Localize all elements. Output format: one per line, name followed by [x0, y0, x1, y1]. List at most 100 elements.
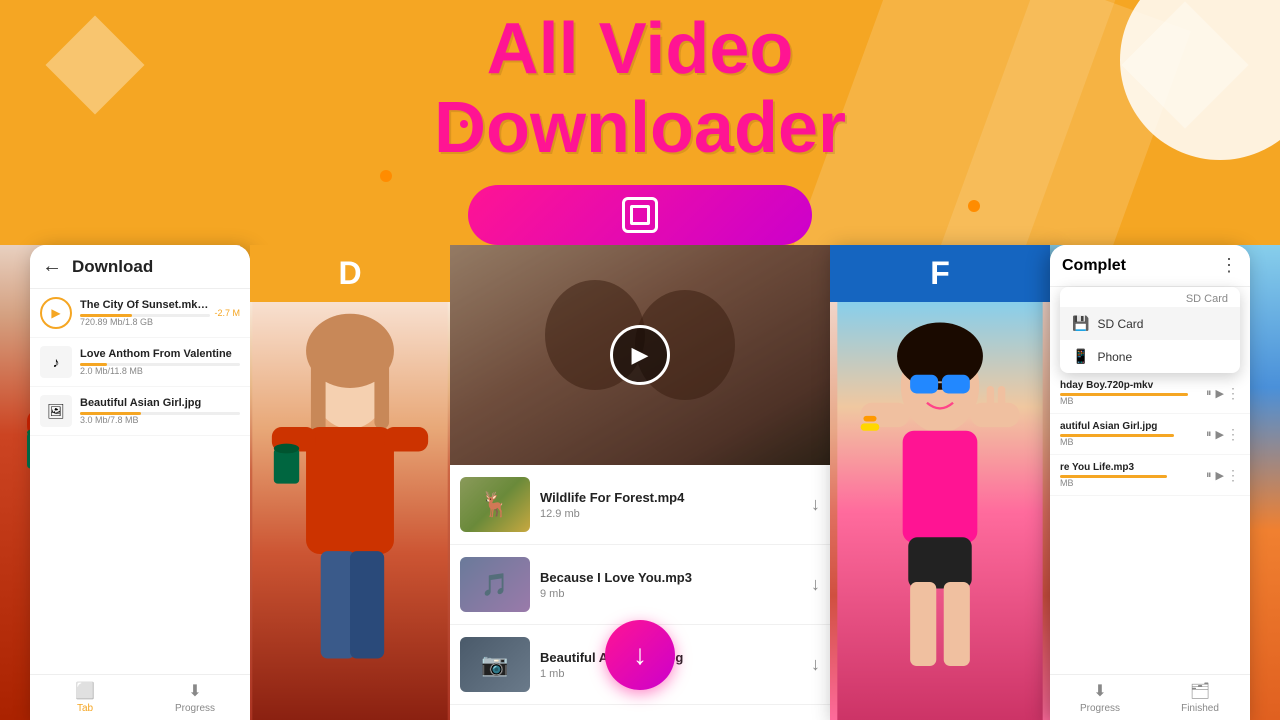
download-title: Download	[72, 257, 153, 277]
finished-label: Finished	[1181, 703, 1219, 714]
girl-photo-d	[250, 302, 450, 720]
screens-container: ← Download ▶ The City Of Sunset.mkv-1080…	[0, 245, 1280, 720]
dl-arrow-0[interactable]: ↓	[811, 494, 820, 515]
video-area: ▶	[450, 245, 830, 465]
completed-size-0: MB	[1060, 396, 1202, 406]
tab-icon: ⬜	[75, 681, 95, 701]
progress-label-right: Progress	[1080, 703, 1120, 714]
item-name-0: The City Of Sunset.mkv-1080p	[80, 299, 210, 311]
screen-f-panel: F	[830, 245, 1050, 720]
next-icon-0[interactable]: ▶	[1216, 387, 1224, 400]
music-thumbnail: 🎵	[460, 557, 530, 612]
camera-icon: 📷	[481, 652, 508, 678]
f-letter: F	[930, 255, 950, 292]
screen-d-panel: D	[250, 245, 450, 720]
item-info-1: Love Anthom From Valentine 2.0 Mb/11.8 M…	[80, 348, 240, 376]
item-name-2: Beautiful Asian Girl.jpg	[80, 397, 240, 409]
sdcard-icon: 💾	[1072, 315, 1089, 332]
app-title: All Video Downloader	[0, 10, 1280, 168]
menu-dots-icon[interactable]: ⋮	[1220, 255, 1238, 276]
item-size-0: 720.89 Mb/1.8 GB	[80, 317, 210, 327]
sd-dropdown-title: SD Card	[1060, 287, 1240, 307]
download-item-0: ▶ The City Of Sunset.mkv-1080p 720.89 Mb…	[30, 289, 250, 338]
play-button-center[interactable]: ▶	[610, 325, 670, 385]
download-fab[interactable]: ↓	[605, 620, 675, 690]
music-note-icon: 🎵	[481, 572, 508, 598]
next-icon-1[interactable]: ▶	[1216, 428, 1224, 441]
next-icon-2[interactable]: ▶	[1216, 469, 1224, 482]
download-header: ← Download	[30, 245, 250, 289]
pause-icon-1[interactable]: ⏸	[1206, 428, 1212, 441]
footer-finished[interactable]: 🗂 Finished	[1150, 681, 1250, 714]
completed-actions-2: ⏸ ▶	[1206, 469, 1224, 482]
left-screen-footer: ⬜ Tab ⬇ Progress	[30, 674, 250, 720]
completed-info-0: hday Boy.720p-mkv MB	[1060, 380, 1202, 406]
completed-title: Complet	[1062, 257, 1126, 275]
tab-label: Tab	[77, 703, 93, 714]
completed-actions-0: ⏸ ▶	[1206, 387, 1224, 400]
play-triangle-icon: ▶	[632, 342, 649, 368]
item-menu-0[interactable]: ⋮	[1226, 385, 1240, 402]
screen-download: ← Download ▶ The City Of Sunset.mkv-1080…	[30, 245, 250, 720]
download-item-1: ♪ Love Anthom From Valentine 2.0 Mb/11.8…	[30, 338, 250, 387]
completed-actions-1: ⏸ ▶	[1206, 428, 1224, 441]
completed-info-1: autiful Asian Girl.jpg MB	[1060, 421, 1202, 447]
pause-icon-2[interactable]: ⏸	[1206, 469, 1212, 482]
deer-thumbnail	[460, 477, 530, 532]
item-info-0: The City Of Sunset.mkv-1080p 720.89 Mb/1…	[80, 299, 210, 327]
girl-d-illustration	[250, 302, 450, 720]
pause-icon-0[interactable]: ⏸	[1206, 387, 1212, 400]
completed-item-1: autiful Asian Girl.jpg MB ⏸ ▶ ⋮	[1050, 414, 1250, 455]
item-info-2: Beautiful Asian Girl.jpg 3.0 Mb/7.8 MB	[80, 397, 240, 425]
item-menu-1[interactable]: ⋮	[1226, 426, 1240, 443]
footer-progress-right[interactable]: ⬇ Progress	[1050, 681, 1150, 714]
dl-info-0: Wildlife For Forest.mp4 12.9 mb	[540, 490, 811, 520]
dl-name-1: Because I Love You.mp3	[540, 570, 811, 585]
dot-1	[380, 170, 392, 182]
dl-info-1: Because I Love You.mp3 9 mb	[540, 570, 811, 600]
completed-header: Complet ⋮	[1050, 245, 1250, 287]
play-icon-0: ▶	[51, 306, 60, 320]
dl-size-0: 12.9 mb	[540, 508, 811, 520]
sd-card-dropdown: SD Card 💾 SD Card 📱 Phone	[1060, 287, 1240, 373]
dl-name-2: Beautiful Asian Girl.jpg	[540, 650, 811, 665]
d-header: D	[250, 245, 450, 302]
dot-2	[968, 200, 980, 212]
phone-icon: 📱	[1072, 348, 1089, 365]
url-bar[interactable]	[468, 185, 812, 245]
completed-name-0: hday Boy.720p-mkv	[1060, 380, 1202, 391]
finished-icon: 🗂	[1190, 681, 1210, 701]
completed-name-2: re You Life.mp3	[1060, 462, 1202, 473]
dl-size-1: 9 mb	[540, 588, 811, 600]
progress-icon-right: ⬇	[1093, 681, 1106, 701]
progress-label: Progress	[175, 703, 215, 714]
dl-arrow-1[interactable]: ↓	[811, 574, 820, 595]
sd-option-sdcard[interactable]: 💾 SD Card	[1060, 307, 1240, 340]
phone-label: Phone	[1097, 350, 1132, 364]
music-icon-1: ♪	[40, 346, 72, 378]
completed-item-2: re You Life.mp3 MB ⏸ ▶ ⋮	[1050, 455, 1250, 496]
footer-progress[interactable]: ⬇ Progress	[140, 681, 250, 714]
image-icon-2: 🖼	[40, 395, 72, 427]
progress-icon: ⬇	[188, 681, 201, 701]
completed-item-0: hday Boy.720p-mkv MB ⏸ ▶ ⋮	[1050, 373, 1250, 414]
dl-item-1: 🎵 Because I Love You.mp3 9 mb ↓	[450, 545, 830, 625]
screen-completed: Complet ⋮ SD Card 💾 SD Card 📱 Phone hday…	[1050, 245, 1250, 720]
item-name-1: Love Anthom From Valentine	[80, 348, 240, 360]
d-letter: D	[338, 255, 361, 292]
dl-arrow-2[interactable]: ↓	[811, 654, 820, 675]
f-header: F	[830, 245, 1050, 302]
camera-thumbnail: 📷	[460, 637, 530, 692]
play-button-0[interactable]: ▶	[40, 297, 72, 329]
url-bar-icon	[622, 197, 658, 233]
girl-photo-right	[830, 302, 1050, 720]
completed-size-1: MB	[1060, 437, 1202, 447]
completed-size-2: MB	[1060, 478, 1202, 488]
download-fab-icon: ↓	[633, 639, 647, 671]
back-button[interactable]: ←	[42, 255, 62, 278]
screen-center: ▶ Wildlife For Forest.mp4 12.9 mb ↓ 🎵	[450, 245, 830, 720]
sd-option-phone[interactable]: 📱 Phone	[1060, 340, 1240, 373]
item-menu-2[interactable]: ⋮	[1226, 467, 1240, 484]
footer-tab[interactable]: ⬜ Tab	[30, 681, 140, 714]
sdcard-label: SD Card	[1097, 317, 1143, 331]
